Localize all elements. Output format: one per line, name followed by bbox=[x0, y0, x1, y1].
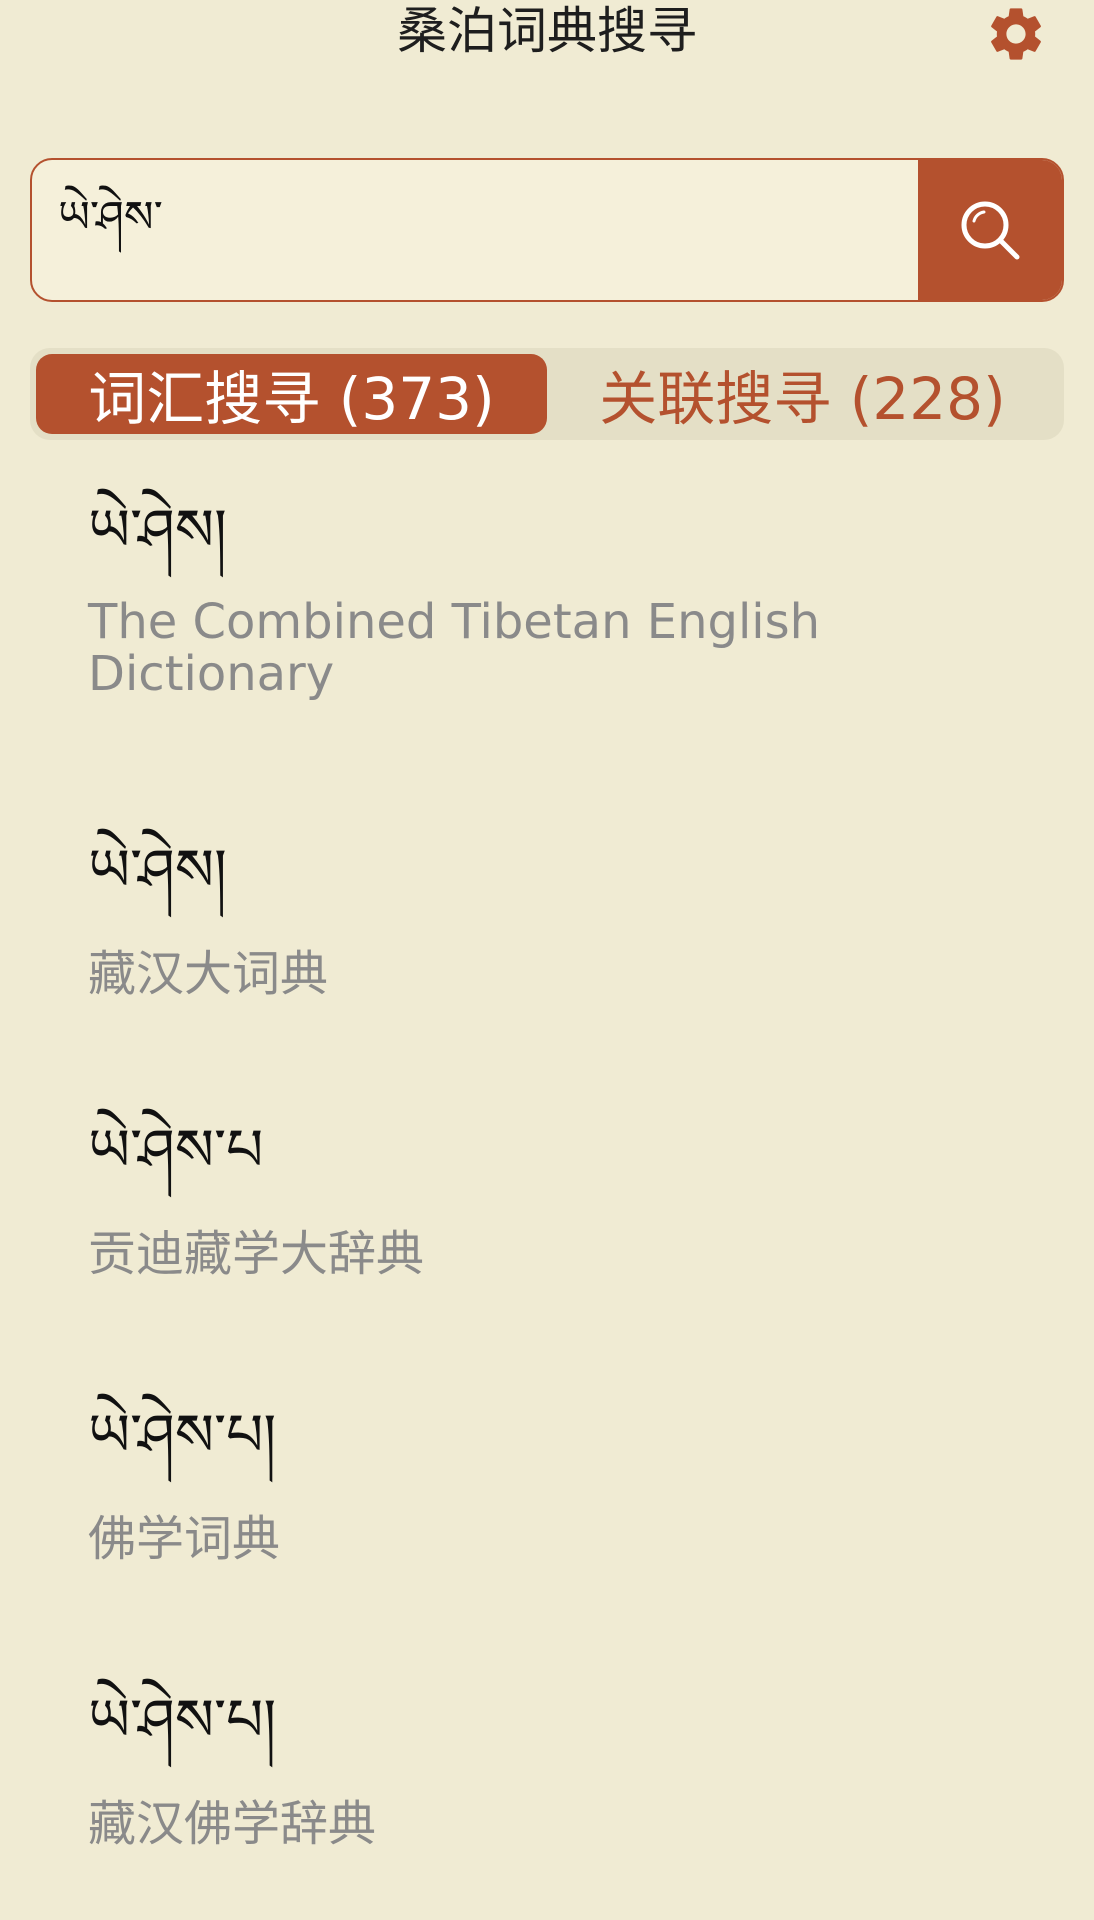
search-bar bbox=[30, 158, 1064, 302]
search-button[interactable] bbox=[918, 160, 1062, 300]
search-mode-tabs: 词汇搜寻 (373) 关联搜寻 (228) bbox=[30, 348, 1064, 440]
result-term: ཡེ་ཤེས། bbox=[88, 836, 227, 904]
gear-icon bbox=[991, 8, 1041, 60]
list-item[interactable]: ཡེ་ཤེས་པ། 佛学词典 bbox=[88, 1395, 1034, 1565]
tab-related-search[interactable]: 关联搜寻 (228) bbox=[547, 354, 1058, 434]
list-item[interactable]: ཡེ་ཤེས་པ 贡迪藏学大辞典 bbox=[88, 1110, 1034, 1280]
result-term: ཡེ་ཤེས་པ། bbox=[88, 1401, 277, 1469]
result-term: ཡེ་ཤེས་པ། bbox=[88, 1686, 277, 1754]
result-source: The Combined Tibetan English Dictionary bbox=[88, 594, 821, 702]
list-item[interactable]: ཡེ་ཤེས་པ། 藏汉佛学辞典 bbox=[88, 1680, 1034, 1850]
tab-vocabulary-search[interactable]: 词汇搜寻 (373) bbox=[36, 354, 547, 434]
search-input[interactable] bbox=[32, 160, 918, 300]
list-item[interactable]: ཡེ་ཤེས། 藏汉大词典 bbox=[88, 830, 1034, 1000]
result-source: 藏汉大词典 bbox=[88, 946, 329, 1002]
result-source: 贡迪藏学大辞典 bbox=[88, 1226, 425, 1282]
result-term: ཡེ་ཤེས་པ bbox=[88, 1116, 264, 1184]
result-source: 佛学词典 bbox=[88, 1511, 281, 1567]
list-item[interactable]: ཡེ་ཤེས། The Combined Tibetan English Dic… bbox=[88, 490, 1034, 700]
settings-button[interactable] bbox=[984, 2, 1048, 66]
result-term: ཡེ་ཤེས། bbox=[88, 496, 227, 564]
page-title: 桑泊词典搜寻 bbox=[397, 2, 697, 60]
result-source: 藏汉佛学辞典 bbox=[88, 1796, 377, 1852]
search-icon bbox=[961, 201, 1020, 260]
